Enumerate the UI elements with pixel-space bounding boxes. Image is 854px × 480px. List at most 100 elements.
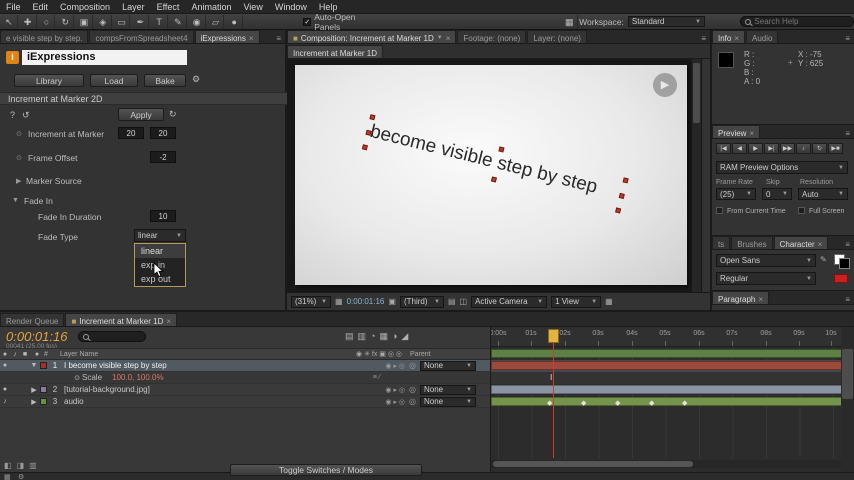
layer-2-duration-bar[interactable]	[491, 385, 841, 394]
parent-pickwhip-icon[interactable]: ◎	[409, 385, 416, 394]
loop-button[interactable]: ↻	[812, 143, 827, 154]
ram-preview-button[interactable]: ▶■	[828, 143, 843, 154]
selection-handle[interactable]	[369, 114, 376, 121]
keyframe-diamond[interactable]: ◆	[581, 399, 586, 407]
bake-button[interactable]: Bake	[144, 74, 186, 87]
time-ruler[interactable]: 0:00s 01s 02s 03s 04s 05s 06s 07s 08s 09…	[491, 327, 841, 347]
tab-timeline-comp[interactable]: ■ Increment at Marker 1D ×	[65, 313, 178, 326]
library-button[interactable]: Library	[14, 74, 84, 87]
stopwatch-icon[interactable]: ⊙	[16, 130, 22, 138]
pen-tool-icon[interactable]: ✒	[132, 14, 150, 29]
dropdown-option-exp-in[interactable]: exp in	[135, 258, 185, 278]
selection-handle[interactable]	[615, 207, 622, 214]
shape-tool-icon[interactable]: ▭	[114, 14, 131, 29]
menu-effect[interactable]: Effect	[151, 2, 186, 12]
twirl-open-icon[interactable]: ▼	[30, 362, 38, 369]
brush-tool-icon[interactable]: ✎	[170, 14, 187, 29]
tab-composition[interactable]: ■ Composition: Increment at Marker 1D ▼ …	[287, 30, 457, 43]
load-button[interactable]: Load	[90, 74, 138, 87]
fade-type-dropdown[interactable]: linear ▼	[134, 229, 186, 242]
layer-name[interactable]: [tutorial-background.jpg]	[64, 385, 150, 394]
layer-1-duration-bar[interactable]	[491, 361, 841, 370]
layer-label-color[interactable]	[40, 362, 47, 369]
timeline-horizontal-scrollbar[interactable]	[491, 460, 841, 468]
resolution-preview-dropdown[interactable]: Auto ▼	[798, 188, 848, 200]
current-time-indicator-handle[interactable]	[548, 329, 559, 343]
tab-preview[interactable]: Preview ×	[712, 125, 761, 138]
timeline-search-input[interactable]	[92, 332, 138, 341]
puppet-pin-tool-icon[interactable]: ●	[226, 14, 244, 29]
help-search-box[interactable]	[740, 16, 854, 27]
panel-menu-icon[interactable]: ≡	[841, 34, 854, 43]
zoom-dropdown[interactable]: (31%) ▼	[291, 295, 331, 308]
panel-menu-icon[interactable]: ≡	[841, 129, 854, 138]
layer-label-color[interactable]	[40, 398, 47, 405]
parent-dropdown[interactable]: None ▼	[420, 396, 476, 407]
menu-edit[interactable]: Edit	[27, 2, 55, 12]
menu-help[interactable]: Help	[313, 2, 344, 12]
timeline-vertical-scrollbar[interactable]	[841, 327, 854, 474]
visibility-eye-icon[interactable]: ●	[0, 362, 10, 369]
from-current-time-checkbox[interactable]	[716, 207, 723, 214]
last-frame-button[interactable]: ▶▶	[780, 143, 795, 154]
composition-mini-flowchart-icon[interactable]: ▤	[345, 331, 354, 342]
pan-behind-tool-icon[interactable]: ◈	[95, 14, 112, 29]
tab-layer[interactable]: Layer: (none)	[527, 30, 587, 43]
panel-menu-icon[interactable]: ≡	[272, 34, 285, 43]
tab-audio[interactable]: Audio	[746, 30, 779, 43]
dropdown-option-linear[interactable]: linear	[135, 244, 185, 258]
tab-paints[interactable]: ts	[712, 236, 731, 249]
layer-switches[interactable]: ◉ ▸ ◎	[385, 362, 405, 370]
selection-handle[interactable]	[361, 144, 368, 151]
tab-comps-from-spreadsheet[interactable]: compsFromSpreadsheet4	[89, 30, 194, 43]
close-icon[interactable]: ×	[749, 129, 754, 138]
transparency-grid-icon[interactable]: ◫	[460, 297, 468, 306]
increment-value-2-input[interactable]	[150, 127, 176, 139]
eraser-tool-icon[interactable]: ▱	[208, 14, 225, 29]
tab-character[interactable]: Character ×	[773, 236, 829, 249]
close-icon[interactable]: ×	[166, 317, 171, 326]
layer-row-3[interactable]: ♪ ▶ 3 audio ◉ ▸ ◎ ◎ None ▼	[0, 396, 490, 408]
chevron-down-icon[interactable]: ▼	[437, 35, 443, 41]
frame-rate-dropdown[interactable]: (25) ▼	[716, 188, 756, 200]
status-icon-2[interactable]: ⚙	[18, 473, 24, 480]
parent-dropdown[interactable]: None ▼	[420, 384, 476, 395]
previous-frame-button[interactable]: ◀	[732, 143, 747, 154]
canvas-text-layer[interactable]: become visible step by step	[368, 121, 624, 205]
parent-pickwhip-icon[interactable]: ◎	[409, 397, 416, 406]
keyframe-diamond[interactable]: ◆	[682, 399, 687, 407]
toggle-switches-modes-button[interactable]: Toggle Switches / Modes	[230, 464, 422, 476]
next-frame-button[interactable]: ▶|	[764, 143, 779, 154]
tab-iexpressions[interactable]: iExpressions ×	[194, 30, 260, 43]
play-button[interactable]: ▶	[748, 143, 763, 154]
tab-footage[interactable]: Footage: (none)	[457, 30, 527, 43]
menu-layer[interactable]: Layer	[116, 2, 151, 12]
ram-preview-options-dropdown[interactable]: RAM Preview Options ▼	[716, 161, 848, 174]
comp-timecode[interactable]: 0:00:01:16	[347, 297, 385, 306]
camera-tool-icon[interactable]: ▣	[76, 14, 93, 29]
region-of-interest-icon[interactable]: ▤	[448, 297, 456, 306]
view-layout-dropdown[interactable]: 1 View ▼	[551, 295, 602, 308]
selection-tool-icon[interactable]: ↖	[1, 14, 18, 29]
tab-render-queue[interactable]: Render Queue	[0, 313, 65, 326]
auto-open-panels-checkbox[interactable]: ✓	[303, 17, 312, 26]
layer-row-2[interactable]: ● ▶ 2 [tutorial-background.jpg] ◉ ▸ ◎ ◎ …	[0, 384, 490, 396]
apply-button[interactable]: Apply	[118, 108, 164, 121]
first-frame-button[interactable]: |◀	[716, 143, 731, 154]
expand-transfer-controls-icon[interactable]: ◨	[17, 461, 25, 470]
panel-menu-icon[interactable]: ≡	[841, 240, 854, 249]
skip-dropdown[interactable]: 0 ▼	[762, 188, 792, 200]
close-icon[interactable]: ×	[249, 34, 254, 43]
fill-color-swatch[interactable]	[839, 258, 850, 269]
expression-icons[interactable]: ≡ ⁄	[373, 374, 380, 381]
close-icon[interactable]: ×	[734, 34, 739, 43]
hand-tool-icon[interactable]: ✚	[20, 14, 37, 29]
keyframe-diamond[interactable]: ◆	[649, 399, 654, 407]
keyframe-diamond[interactable]: ◆	[615, 399, 620, 407]
text-color-swatch[interactable]	[834, 274, 848, 283]
selection-handle[interactable]	[490, 176, 497, 183]
status-icon-1[interactable]: ▦	[4, 473, 11, 480]
timeline-current-timecode[interactable]: 0:00:01:16	[6, 329, 67, 344]
stopwatch-icon[interactable]: ⊙	[72, 374, 82, 382]
help-icon[interactable]: ?	[10, 110, 15, 120]
